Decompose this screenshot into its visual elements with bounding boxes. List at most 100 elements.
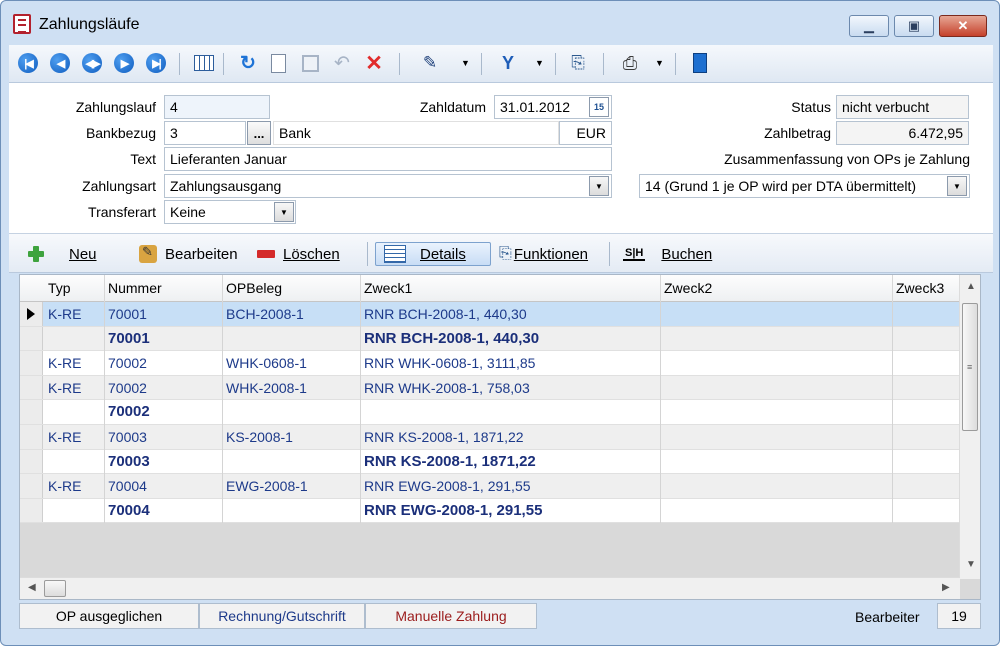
column-header-zweck3[interactable]: Zweck3 bbox=[896, 280, 944, 296]
payments-grid[interactable]: Typ Nummer OPBeleg Zweck1 Zweck2 Zweck3 … bbox=[19, 274, 981, 600]
scroll-up-icon[interactable]: ▲ bbox=[966, 281, 976, 292]
maximize-button[interactable]: ▣ bbox=[894, 15, 934, 37]
table-row[interactable]: K-RE 70003 KS-2008-1 RNR KS-2008-1, 1871,22 bbox=[20, 425, 960, 450]
tools-dropdown-arrow[interactable]: ▼ bbox=[461, 58, 470, 68]
zusammenfassung-select[interactable]: 14 (Grund 1 je OP wird per DTA übermitte… bbox=[639, 174, 970, 198]
zahlungsart-dropdown-arrow[interactable]: ▼ bbox=[589, 176, 609, 196]
cell-zweck1: RNR KS-2008-1, 1871,22 bbox=[364, 429, 524, 445]
save-button[interactable] bbox=[299, 52, 321, 74]
bank-name-field: Bank bbox=[273, 121, 559, 145]
undo-button[interactable]: ↶ bbox=[331, 52, 353, 74]
row-header[interactable] bbox=[20, 302, 43, 326]
filter-button[interactable]: Y bbox=[497, 52, 519, 74]
toolbar-separator bbox=[481, 53, 482, 75]
vertical-scroll-thumb[interactable]: ≡ bbox=[962, 303, 978, 431]
row-header[interactable] bbox=[20, 498, 43, 523]
horizontal-scroll-thumb[interactable] bbox=[44, 580, 66, 597]
new-document-button[interactable] bbox=[267, 52, 289, 74]
filter-icon: Y bbox=[501, 52, 514, 73]
minimize-button[interactable]: ▁ bbox=[849, 15, 889, 37]
table-row[interactable]: K-RE 70002 WHK-0608-1 RNR WHK-0608-1, 3111,… bbox=[20, 351, 960, 376]
column-divider bbox=[104, 275, 105, 302]
first-record-button[interactable]: |◀ bbox=[17, 52, 39, 74]
plus-icon bbox=[27, 245, 45, 263]
zahlungslauf-label: Zahlungslauf bbox=[75, 99, 156, 115]
delete-button[interactable]: ✕ bbox=[363, 52, 385, 75]
cell-typ: K-RE bbox=[48, 429, 82, 445]
status-field: nicht verbucht bbox=[836, 95, 969, 119]
funktionen-button[interactable]: ⎘ Funktionen bbox=[499, 242, 588, 266]
tools-button[interactable]: ✎ bbox=[419, 52, 441, 74]
zusammenfassung-dropdown-arrow[interactable]: ▼ bbox=[947, 176, 967, 196]
row-header[interactable] bbox=[20, 351, 43, 375]
details-button[interactable]: Details bbox=[375, 242, 491, 266]
text-field[interactable]: Lieferanten Januar bbox=[164, 147, 612, 171]
column-header-opbeleg[interactable]: OPBeleg bbox=[226, 280, 282, 296]
details-grid-icon bbox=[384, 245, 406, 263]
bankbezug-field[interactable]: 3 bbox=[164, 121, 246, 145]
column-header-zweck2[interactable]: Zweck2 bbox=[664, 280, 712, 296]
cell-nummer: 70004 bbox=[108, 478, 147, 495]
zahlungsart-select[interactable]: Zahlungsausgang bbox=[164, 174, 612, 198]
scroll-down-icon[interactable]: ▼ bbox=[966, 559, 976, 570]
zahlungslauf-field[interactable]: 4 bbox=[164, 95, 270, 119]
table-view-button[interactable] bbox=[193, 52, 215, 74]
grip-icon: ≡ bbox=[967, 362, 973, 372]
cell-typ: K-RE bbox=[48, 478, 82, 495]
door-icon bbox=[693, 53, 707, 73]
print-button[interactable]: ⎙ bbox=[619, 52, 641, 74]
manuelle-zahlung-indicator: Manuelle Zahlung bbox=[365, 603, 537, 629]
buchen-button[interactable]: S|H Buchen bbox=[623, 242, 712, 266]
calendar-icon[interactable]: 15 bbox=[589, 97, 609, 117]
table-row-summary[interactable]: 70004 RNR EWG-2008-1, 291,55 bbox=[20, 498, 960, 524]
last-record-button[interactable]: ▶| bbox=[145, 52, 167, 74]
filter-dropdown-arrow[interactable]: ▼ bbox=[535, 58, 544, 68]
bankbezug-label: Bankbezug bbox=[85, 125, 156, 141]
row-header[interactable] bbox=[20, 474, 43, 498]
toolbar-separator bbox=[399, 53, 400, 75]
cell-nummer: 70002 bbox=[108, 379, 147, 396]
row-header[interactable] bbox=[20, 400, 43, 424]
table-row-summary[interactable]: 70001 RNR BCH-2008-1, 440,30 bbox=[20, 326, 960, 352]
row-header[interactable] bbox=[20, 449, 43, 474]
previous-record-button[interactable]: ◀ bbox=[49, 52, 71, 74]
zahldatum-label: Zahldatum bbox=[419, 99, 486, 115]
print-dropdown-arrow[interactable]: ▼ bbox=[655, 58, 664, 68]
table-row[interactable]: K-RE 70001 BCH-2008-1 RNR BCH-2008-1, 440,3… bbox=[20, 302, 960, 327]
row-header[interactable] bbox=[20, 326, 43, 351]
record-list-button[interactable]: ◀▶ bbox=[81, 52, 103, 74]
loeschen-button[interactable]: Löschen bbox=[257, 242, 340, 266]
table-row[interactable]: K-RE 70002 WHK-2008-1 RNR WHK-2008-1, 758,0… bbox=[20, 375, 960, 401]
table-row-summary[interactable]: 70002 bbox=[20, 400, 960, 425]
transferart-dropdown-arrow[interactable]: ▼ bbox=[274, 202, 294, 222]
toolbar-separator bbox=[555, 53, 556, 75]
column-header-typ[interactable]: Typ bbox=[48, 280, 71, 296]
next-record-button[interactable]: ▶ bbox=[113, 52, 135, 74]
row-header[interactable] bbox=[20, 425, 43, 449]
previous-record-icon: ◀ bbox=[50, 53, 70, 73]
payment-runs-window: Zahlungsläufe ▁ ▣ ✕ |◀ ◀ ◀▶ ▶ ▶| ↻ ↶ ✕ ✎… bbox=[0, 0, 1000, 646]
row-header[interactable] bbox=[20, 375, 43, 400]
close-button[interactable]: ✕ bbox=[939, 15, 987, 37]
vertical-scrollbar[interactable]: ▲ ≡ ▼ bbox=[959, 275, 980, 579]
neu-button[interactable]: Neu bbox=[27, 242, 97, 266]
column-header-zweck1[interactable]: Zweck1 bbox=[364, 280, 412, 296]
horizontal-scrollbar[interactable]: ◀ ▶ bbox=[20, 577, 960, 599]
table-row[interactable]: K-RE 70004 EWG-2008-1 RNR EWG-2008-1, 291,5… bbox=[20, 474, 960, 499]
document-functions-button[interactable]: ⎘ bbox=[567, 52, 589, 74]
cell-zweck1: RNR BCH-2008-1, 440,30 bbox=[364, 306, 527, 322]
bank-lookup-button[interactable]: ... bbox=[247, 121, 271, 145]
refresh-button[interactable]: ↻ bbox=[237, 52, 259, 74]
buchen-label: Buchen bbox=[661, 245, 713, 263]
table-row-summary[interactable]: 70003 RNR KS-2008-1, 1871,22 bbox=[20, 449, 960, 475]
cell-nummer: 70003 bbox=[108, 429, 147, 445]
column-divider bbox=[660, 302, 661, 523]
column-divider bbox=[222, 275, 223, 302]
column-header-nummer[interactable]: Nummer bbox=[108, 280, 162, 296]
exit-button[interactable] bbox=[689, 52, 711, 74]
last-record-icon: ▶| bbox=[146, 53, 166, 73]
scroll-left-icon[interactable]: ◀ bbox=[28, 582, 36, 593]
cell-nummer: 70004 bbox=[108, 501, 150, 519]
scroll-right-icon[interactable]: ▶ bbox=[942, 582, 950, 593]
bearbeiten-button[interactable]: Bearbeiten bbox=[139, 242, 238, 266]
